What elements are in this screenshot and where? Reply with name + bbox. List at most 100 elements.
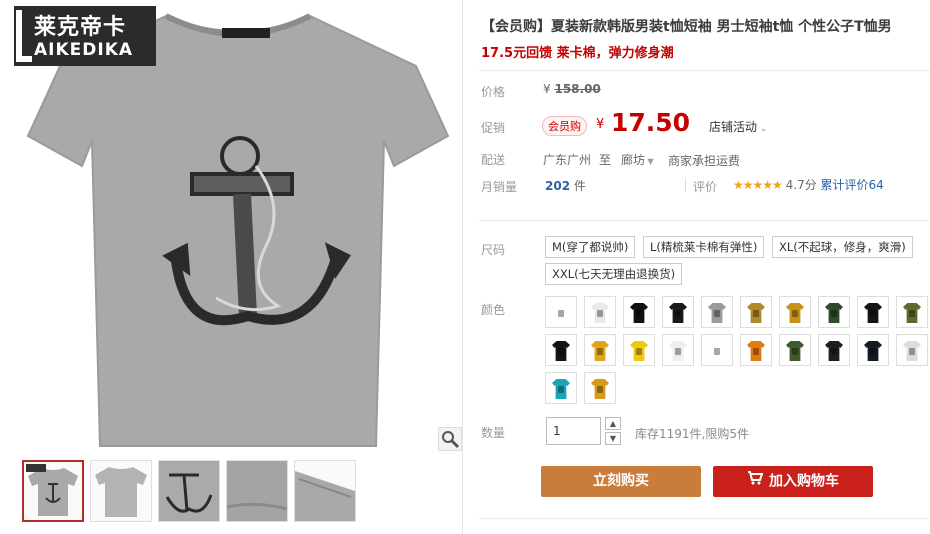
print-graphic-icon	[870, 310, 876, 317]
rating-score: 4.7分	[785, 178, 817, 192]
cart-icon	[747, 466, 764, 497]
color-swatch[interactable]	[779, 334, 811, 366]
promo-currency: ¥	[596, 117, 605, 132]
color-label: 颜色	[481, 303, 506, 317]
print-graphic-icon	[714, 310, 720, 317]
add-to-cart-button[interactable]: 加入购物车	[713, 466, 873, 497]
print-graphic-icon	[831, 310, 837, 317]
monthly-sales: 202 件	[545, 177, 586, 194]
print-graphic-icon	[753, 348, 759, 355]
promo-label: 促销	[481, 121, 506, 135]
price-label: 价格	[481, 85, 506, 99]
print-graphic-icon	[636, 348, 642, 355]
print-graphic-icon	[558, 348, 564, 355]
color-swatch[interactable]	[662, 296, 694, 328]
color-swatch[interactable]	[818, 296, 850, 328]
chevron-down-icon: ⌄	[757, 124, 768, 134]
color-swatch[interactable]	[545, 296, 577, 328]
size-option-xl[interactable]: XL(不起球，修身，爽滑)	[772, 236, 913, 258]
stock-info: 库存1191件,限购5件	[635, 427, 749, 441]
rating-summary[interactable]: ★★★★★ 4.7分 累计评价64	[733, 176, 884, 193]
brand-logo-l-mark	[16, 10, 32, 62]
print-graphic-icon	[597, 386, 603, 393]
delivery-destination-select[interactable]: 廊坊 ▼	[621, 151, 654, 168]
color-swatch[interactable]	[896, 334, 928, 366]
print-graphic-icon	[558, 310, 564, 317]
color-swatch[interactable]	[545, 334, 577, 366]
print-graphic-icon	[558, 386, 564, 393]
print-graphic-icon	[675, 310, 681, 317]
shipping-note: 商家承担运费	[668, 154, 741, 168]
color-swatch[interactable]	[701, 296, 733, 328]
quantity-input[interactable]	[546, 417, 601, 445]
thumbnail-4[interactable]	[226, 460, 288, 522]
print-graphic-icon	[909, 348, 915, 355]
print-graphic-icon	[753, 310, 759, 317]
section-divider	[479, 220, 929, 221]
color-swatch[interactable]	[779, 296, 811, 328]
color-swatch[interactable]	[740, 296, 772, 328]
store-activity-label: 店铺活动	[709, 120, 758, 134]
add-to-cart-label: 加入购物车	[769, 473, 839, 490]
color-swatch[interactable]	[857, 334, 889, 366]
member-tag-badge: 会员购	[542, 116, 587, 136]
color-swatch[interactable]	[623, 296, 655, 328]
product-title: 【会员购】夏装新款韩版男装t恤短袖 男士短袖t恤 个性公子T恤男	[481, 19, 892, 35]
brand-name-cn: 莱克帝卡	[34, 15, 127, 40]
product-info-panel: 【会员购】夏装新款韩版男装t恤短袖 男士短袖t恤 个性公子T恤男 17.5元回馈…	[462, 0, 930, 534]
monthly-sales-count: 202	[545, 179, 571, 193]
promo-price: 17.50	[611, 108, 691, 137]
main-product-image[interactable]	[16, 6, 460, 448]
color-swatch[interactable]	[701, 334, 733, 366]
color-swatch[interactable]	[623, 334, 655, 366]
delivery-destination: 廊坊	[621, 153, 646, 167]
print-graphic-icon	[714, 348, 720, 355]
product-subtitle: 17.5元回馈 莱卡棉，弹力修身潮	[481, 46, 674, 61]
print-graphic-icon	[597, 348, 603, 355]
color-swatch[interactable]	[857, 296, 889, 328]
thumbnail-5[interactable]	[294, 460, 356, 522]
thumbnail-1[interactable]	[22, 460, 84, 522]
print-graphic-icon	[870, 348, 876, 355]
bottom-divider	[479, 518, 929, 519]
color-swatch[interactable]	[662, 334, 694, 366]
thumbnail-strip	[22, 460, 462, 526]
thumbnail-2[interactable]	[90, 460, 152, 522]
rating-stars-icon: ★★★★★	[733, 178, 783, 192]
original-price-value: 158.00	[554, 82, 601, 96]
cumulative-reviews-link[interactable]: 累计评价64	[821, 178, 884, 192]
quantity-decrease-button[interactable]: ▼	[605, 432, 621, 445]
print-graphic-icon	[597, 310, 603, 317]
size-option-m[interactable]: M(穿了都说帅)	[545, 236, 636, 258]
thumbnail-3[interactable]	[158, 460, 220, 522]
color-swatch[interactable]	[818, 334, 850, 366]
tshirt-image	[26, 13, 450, 447]
delivery-label: 配送	[481, 153, 506, 167]
color-swatch[interactable]	[584, 334, 616, 366]
size-option-xxl[interactable]: XXL(七天无理由退换货)	[545, 263, 683, 285]
quantity-label: 数量	[481, 426, 506, 440]
caret-down-icon: ▼	[645, 157, 654, 166]
delivery-from: 广东广州	[543, 153, 592, 167]
print-graphic-icon	[792, 310, 798, 317]
size-label: 尺码	[481, 243, 506, 257]
color-swatch[interactable]	[740, 334, 772, 366]
buy-now-button[interactable]: 立刻购买	[541, 466, 701, 497]
color-swatch[interactable]	[584, 296, 616, 328]
brand-logo: 莱克帝卡 AIKEDIKA	[14, 6, 156, 66]
color-swatch[interactable]	[584, 372, 616, 404]
size-option-l[interactable]: L(精梳莱卡棉有弹性)	[643, 236, 765, 258]
quantity-increase-button[interactable]: ▲	[605, 417, 621, 430]
price-currency: ¥	[543, 82, 551, 96]
print-graphic-icon	[792, 348, 798, 355]
zoom-magnifier-icon[interactable]	[438, 427, 462, 451]
color-swatch[interactable]	[545, 372, 577, 404]
product-gallery: 莱克帝卡 AIKEDIKA	[0, 0, 462, 534]
color-swatch[interactable]	[896, 296, 928, 328]
print-graphic-icon	[636, 310, 642, 317]
brand-name-en: AIKEDIKA	[34, 40, 134, 60]
delivery-to-word: 至	[599, 153, 612, 167]
original-price: ¥ 158.00	[543, 82, 601, 96]
store-activity-dropdown[interactable]: 店铺活动 ⌄	[709, 118, 767, 135]
monthly-sales-label: 月销量	[481, 180, 518, 194]
